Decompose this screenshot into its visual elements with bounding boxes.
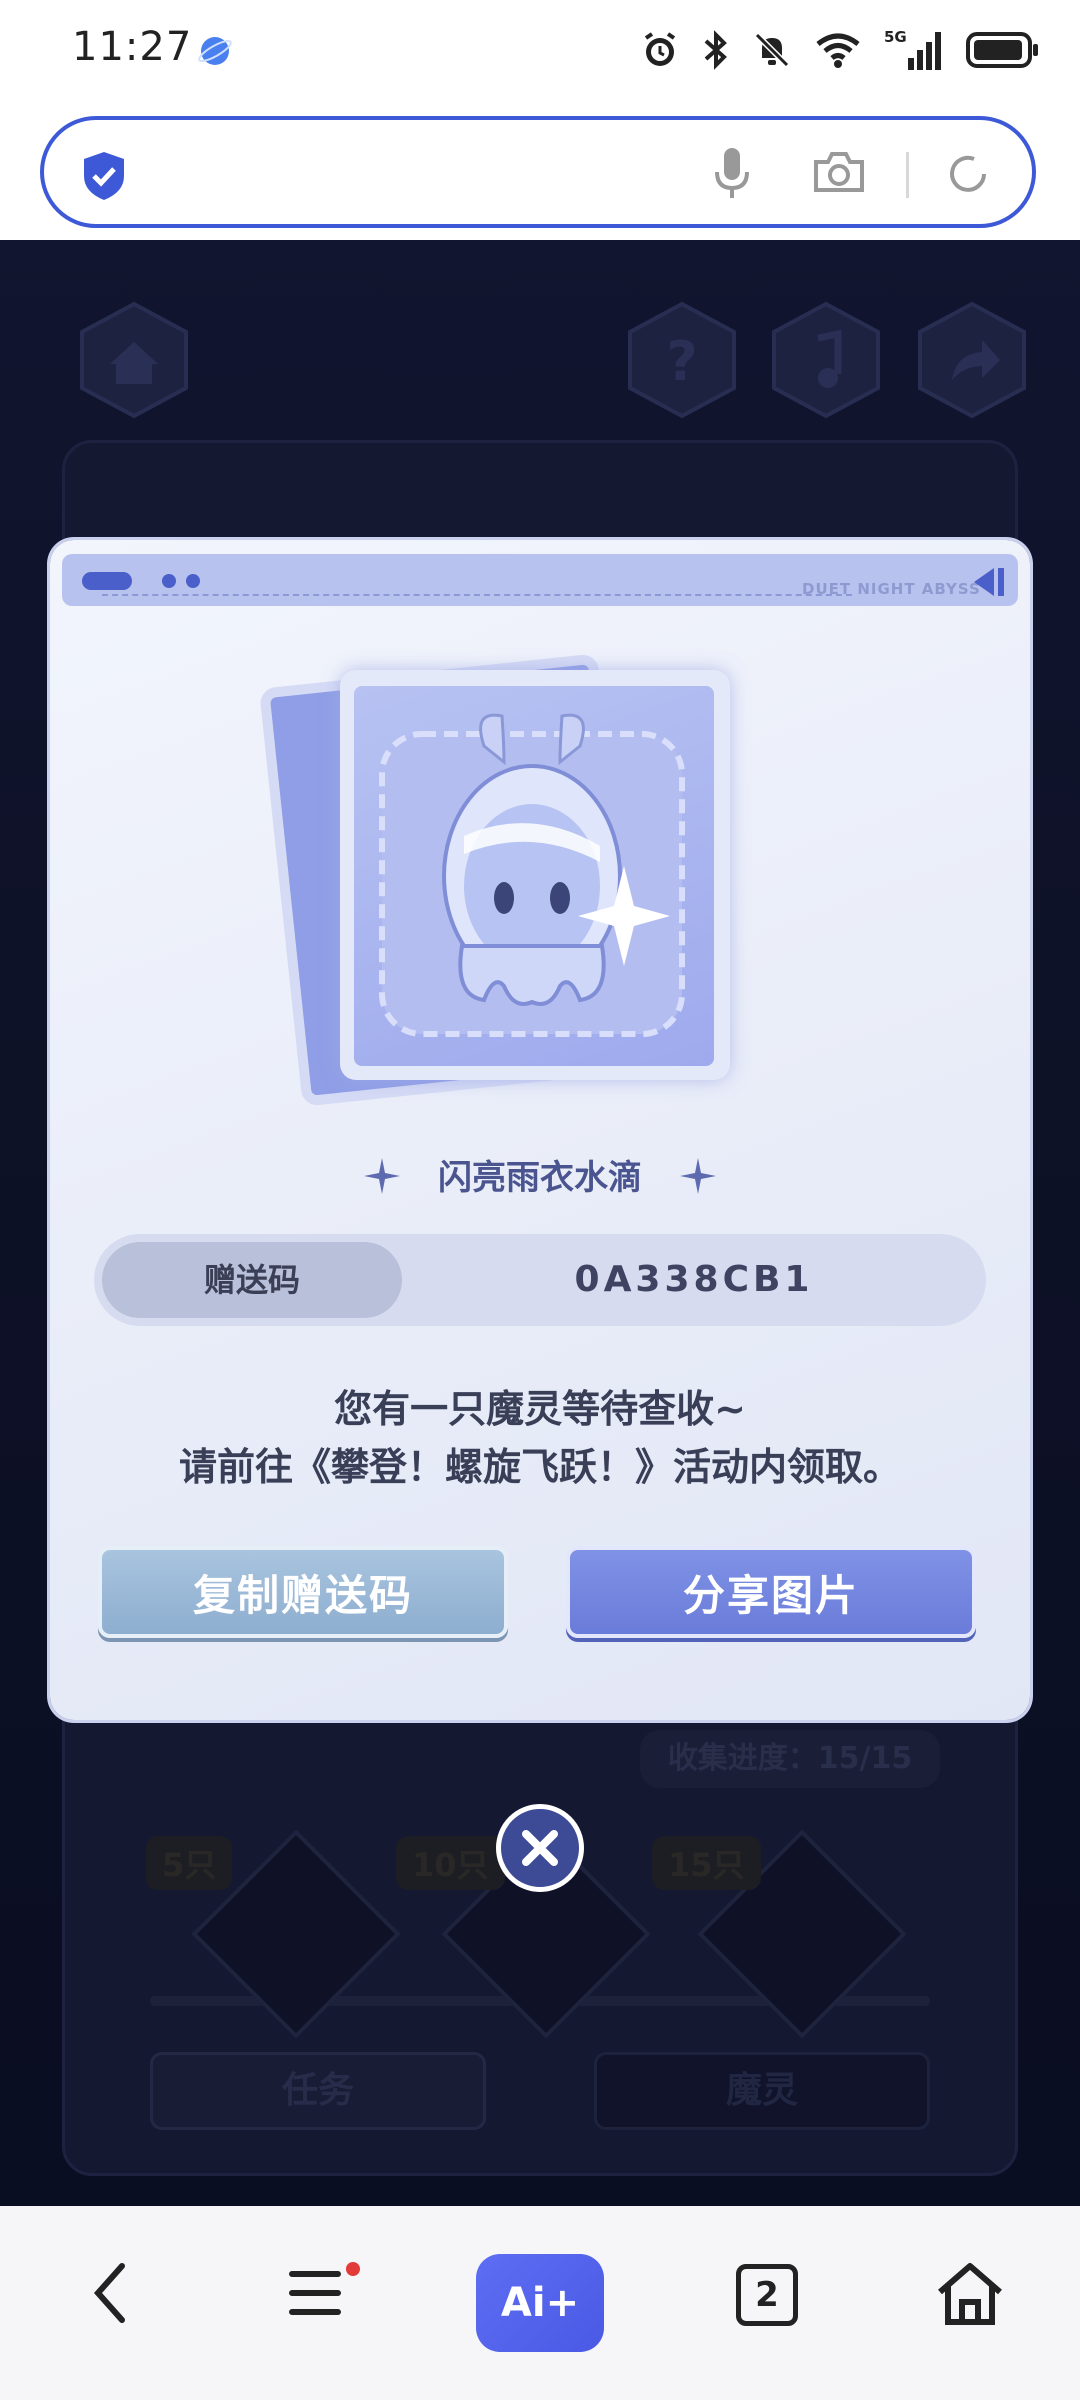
share-image-button[interactable]: 分享图片 [566, 1546, 976, 1638]
gift-code-value: 0A338CB1 [574, 1259, 814, 1300]
menu-notification-dot [346, 2262, 360, 2276]
bluetooth-icon [704, 30, 727, 70]
header-dash [102, 594, 852, 596]
browser-toolbar [0, 100, 1080, 240]
reload-icon[interactable] [944, 150, 992, 198]
wifi-icon [816, 33, 860, 68]
message-line-2: 请前往《攀登！螺旋飞跃！》活动内领取。 [178, 1445, 901, 1489]
header-dot [186, 574, 200, 588]
address-bar[interactable] [40, 116, 1036, 228]
message-line-1: 您有一只魔灵等待查收~ [334, 1387, 746, 1431]
header-arrow-icon [974, 568, 1004, 596]
browser-bottom-nav: Ai+ 2 [0, 2206, 1080, 2400]
gift-modal: DUET NIGHT ABYSS 闪亮雨衣水滴 赠送码 0A338CB1 您有一… [50, 540, 1030, 1720]
header-dot [162, 574, 176, 588]
5g-signal-icon: 5G [884, 28, 941, 70]
gift-code-label: 赠送码 [102, 1242, 402, 1318]
alarm-icon [644, 32, 676, 66]
header-pill [82, 572, 132, 590]
status-time: 11:27 [72, 24, 193, 70]
battery-icon [966, 32, 1038, 68]
copy-code-button[interactable]: 复制赠送码 [98, 1546, 508, 1638]
svg-text:5G: 5G [884, 28, 907, 46]
toolbar-divider [906, 152, 909, 198]
mic-icon[interactable] [714, 146, 750, 202]
close-icon [522, 1830, 558, 1866]
tabs-button[interactable]: 2 [736, 2264, 798, 2326]
back-icon[interactable] [88, 2258, 132, 2328]
status-icons: 5G [640, 24, 1040, 76]
spirit-illustration [379, 713, 685, 1037]
spirit-name: 闪亮雨衣水滴 [438, 1158, 642, 1198]
close-modal-button[interactable] [496, 1804, 584, 1892]
modal-header: DUET NIGHT ABYSS [62, 554, 1018, 606]
sparkle-icon [680, 1158, 716, 1194]
header-brand: DUET NIGHT ABYSS [802, 580, 981, 598]
shield-icon[interactable] [82, 150, 126, 202]
camera-icon[interactable] [812, 150, 866, 194]
menu-icon[interactable] [288, 2258, 342, 2328]
mute-icon [754, 32, 790, 68]
status-bar: 11:27 5G [0, 0, 1080, 100]
home-icon[interactable] [934, 2258, 1006, 2328]
browser-app-icon [198, 37, 232, 65]
spirit-card [340, 670, 730, 1080]
gift-code-row: 赠送码 0A338CB1 [94, 1234, 986, 1326]
ai-button[interactable]: Ai+ [476, 2254, 604, 2352]
spirit-card-art [354, 686, 714, 1066]
